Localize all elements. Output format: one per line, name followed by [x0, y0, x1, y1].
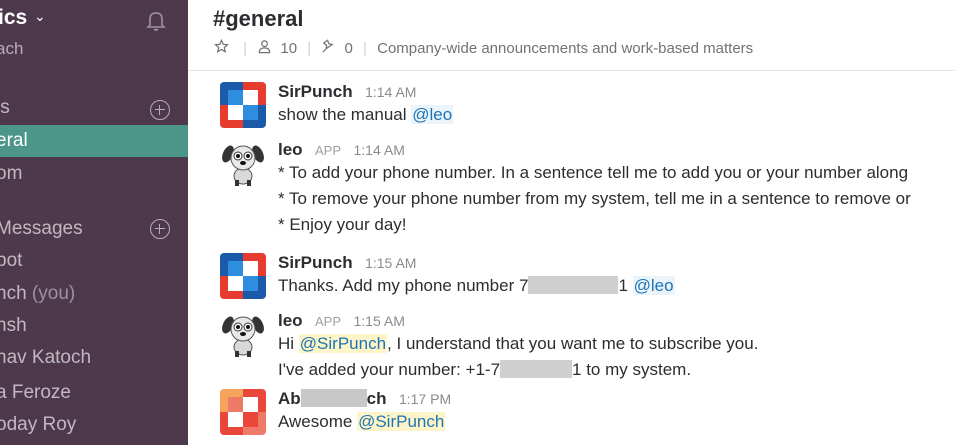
- dm-item-self[interactable]: nch (you): [0, 283, 75, 305]
- workspace-name[interactable]: ics: [0, 6, 27, 30]
- channel-header: #general | 10 | 0 | Company-wide announc…: [188, 0, 955, 71]
- leo-bot-avatar[interactable]: [220, 140, 266, 186]
- user-mention[interactable]: @leo: [632, 276, 675, 295]
- dm-item-slackbot[interactable]: bot: [0, 250, 22, 272]
- direct-messages-header[interactable]: Messages: [0, 218, 83, 240]
- self-mention[interactable]: @SirPunch: [357, 412, 446, 431]
- author-name-start: Ab: [278, 389, 301, 408]
- pin-icon[interactable]: [321, 39, 336, 54]
- message-text: show the manual @leo: [278, 102, 454, 128]
- self-mention[interactable]: @SirPunch: [298, 334, 388, 353]
- chevron-down-icon[interactable]: ⌄: [34, 8, 46, 25]
- message-content: I've added your number: +1-7: [278, 360, 501, 379]
- current-user-name: ach: [0, 39, 24, 58]
- message-body: SirPunch 1:15 AM Thanks. Add my phone nu…: [278, 253, 675, 299]
- pinned-count[interactable]: 0: [345, 40, 353, 57]
- timestamp[interactable]: 1:14 AM: [353, 142, 404, 158]
- message-content: 1 to my system.: [572, 360, 692, 379]
- author-name[interactable]: leo: [278, 140, 303, 159]
- message-body: SirPunch 1:14 AM show the manual @leo: [278, 82, 454, 128]
- add-dm-icon[interactable]: [150, 219, 170, 239]
- member-count[interactable]: 10: [280, 40, 297, 57]
- divider: |: [243, 39, 248, 57]
- message-content: , I understand that you want me to subsc…: [387, 334, 759, 353]
- redacted-block: [300, 389, 367, 407]
- channels-header[interactable]: ls: [0, 97, 10, 119]
- channel-title[interactable]: #general: [213, 6, 304, 32]
- message-line: * To remove your phone number from my sy…: [278, 189, 911, 208]
- message-content: Awesome: [278, 412, 353, 431]
- message-body: leo APP 1:14 AM * To add your phone numb…: [278, 140, 911, 238]
- add-channel-icon[interactable]: [150, 100, 170, 120]
- message-body: Ab ch 1:17 PM Awesome @SirPunch: [278, 389, 451, 435]
- app-badge: APP: [315, 143, 342, 158]
- sidebar: ics ⌄ ach ls eral om Messages bot nch (y…: [0, 0, 188, 445]
- sirpunch-avatar[interactable]: [220, 253, 266, 299]
- timestamp[interactable]: 1:15 AM: [353, 313, 404, 329]
- author-name[interactable]: Ab ch: [278, 389, 387, 408]
- channel-label: eral: [0, 130, 28, 151]
- author-name-end: ch: [366, 389, 387, 408]
- message-line: Hi @SirPunch, I understand that you want…: [278, 331, 758, 357]
- message-line: I've added your number: +1-7 1 to my syst…: [278, 357, 758, 383]
- dm-item[interactable]: nsh: [0, 315, 27, 337]
- message-content: show the manual: [278, 105, 407, 124]
- channel-item-general[interactable]: eral: [0, 125, 188, 157]
- timestamp[interactable]: 1:15 AM: [365, 255, 416, 271]
- dm-item[interactable]: oday Roy: [0, 414, 76, 436]
- bell-icon[interactable]: [144, 8, 168, 32]
- dm-label: nch: [0, 283, 27, 304]
- member-icon[interactable]: [257, 39, 272, 54]
- sirpunch-avatar[interactable]: [220, 82, 266, 128]
- app-badge: APP: [315, 314, 342, 329]
- timestamp[interactable]: 1:14 AM: [365, 84, 416, 100]
- dm-item[interactable]: hav Katoch: [0, 347, 91, 369]
- dm-item[interactable]: a Feroze: [0, 382, 71, 404]
- redacted-block: [528, 276, 619, 294]
- message-content: 1: [618, 276, 628, 295]
- author-name[interactable]: leo: [278, 311, 303, 330]
- leo-bot-avatar[interactable]: [220, 311, 266, 357]
- message-text: Awesome @SirPunch: [278, 409, 451, 435]
- star-icon[interactable]: [214, 39, 229, 54]
- message-content: Hi: [278, 334, 295, 353]
- user-avatar[interactable]: [220, 389, 266, 435]
- user-mention[interactable]: @leo: [411, 105, 454, 124]
- you-label: (you): [31, 283, 76, 304]
- message-content: Thanks. Add my phone number 7: [278, 276, 529, 295]
- divider: |: [307, 39, 312, 57]
- message-text: Thanks. Add my phone number 7 1 @leo: [278, 273, 675, 299]
- message-line: * Enjoy your day!: [278, 215, 407, 234]
- message-body: leo APP 1:15 AM Hi @SirPunch, I understa…: [278, 311, 758, 383]
- channel-meta: | 10 | 0 | Company-wide announcements an…: [214, 39, 753, 57]
- author-name[interactable]: SirPunch: [278, 253, 353, 272]
- message-line: * To add your phone number. In a sentenc…: [278, 163, 909, 182]
- redacted-block: [500, 360, 573, 378]
- channel-topic[interactable]: Company-wide announcements and work-base…: [377, 40, 753, 57]
- author-name[interactable]: SirPunch: [278, 82, 353, 101]
- divider: |: [363, 39, 367, 57]
- timestamp[interactable]: 1:17 PM: [399, 391, 451, 407]
- channel-item-random[interactable]: om: [0, 163, 22, 185]
